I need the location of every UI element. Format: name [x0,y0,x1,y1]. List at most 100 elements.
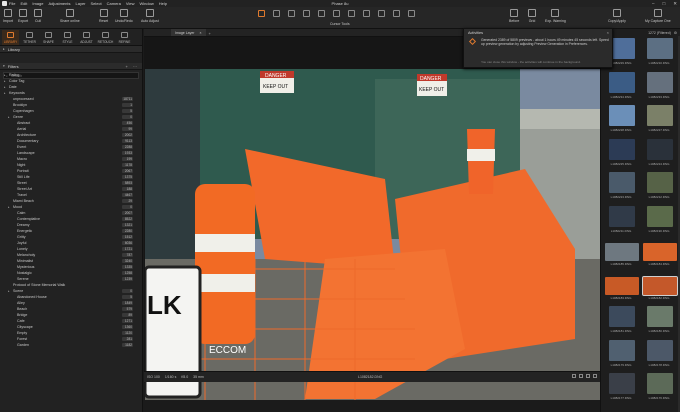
thumbnail-image [609,205,635,227]
thumbnail[interactable]: L1082212.DNG [641,172,676,201]
thumbnail[interactable]: L1082234.DNG [603,71,638,101]
add-layer-icon[interactable]: + [209,31,211,36]
filter-label: Abstract [17,121,31,125]
eraser-icon[interactable] [348,10,355,17]
tooltab-retouch[interactable]: RETOUCH [97,30,114,45]
thumbnail[interactable]: L1082190.DNG [641,205,676,235]
workspace-button[interactable]: My Capture One [645,9,671,23]
cull-button[interactable]: Cull [34,9,42,23]
hand-tool-icon[interactable] [408,10,415,17]
tooltab-tether[interactable]: TETHER [21,30,38,45]
grid-button[interactable]: Grid [528,9,536,23]
rotate-tool-icon[interactable] [288,10,295,17]
thumbnail[interactable]: L1082183.DNG [603,273,639,302]
tool-tabs: LIBRARY TETHER SHAPE STYLE ADJUST RETOUCH REFI… [0,29,142,46]
reset-button[interactable]: Reset [99,9,108,23]
filter-count-badge: 281 [122,337,133,341]
filter-count-badge: 1239 [122,277,133,281]
thumbnail[interactable]: L1082225.DNG [603,138,638,168]
menu-layer[interactable]: Layer [76,1,86,6]
tooltab-style[interactable]: STYLE [59,30,76,45]
thumbnail[interactable]: L1082180.DNG [641,306,676,335]
filters-header[interactable]: ▾ Filters + ⋯ [0,63,142,70]
thumbnail[interactable]: L1082211.DNG [603,205,638,235]
thumbnail-image [609,138,635,160]
fit-icon[interactable] [572,374,576,378]
exif-value: f/8.0 [181,375,189,379]
undo-redo-button[interactable]: Undo/Redo [115,9,133,23]
copy-apply-icon [612,9,621,17]
tooltab-refine[interactable]: REFINE [116,30,133,45]
color-picker-icon[interactable] [378,10,385,17]
filter-list: ▸ Rating ▸ Color Tag ▸ Date ▸ Keywords unprocess… [0,72,142,348]
menu-select[interactable]: Select [91,1,102,6]
thumbnail[interactable]: L1082181.DNG [603,306,638,335]
filter-label: Beach [17,307,28,311]
menu-view[interactable]: View [126,1,135,6]
close-icon[interactable]: × [199,31,201,35]
exposure-warning-button[interactable]: Exp. Warning [545,9,566,23]
thumbnail[interactable]: L1082227.DNG [641,105,676,134]
filter-label: Date [9,85,17,89]
menu-window[interactable]: Window [139,1,153,6]
filter-count-badge: 2280 [122,229,133,233]
filter-row[interactable]: Garden 1182 [0,342,142,348]
thumbnail[interactable]: L1082185.DNG [603,239,639,268]
auto-adjust-button[interactable]: Auto Adjust [141,9,159,23]
tooltab-adjust[interactable]: ADJUST [78,30,95,45]
thumbnail[interactable]: L1082177.DNG [603,373,638,402]
thumbnail[interactable]: L1082224.DNG [641,138,676,168]
thumbnail[interactable]: L1082184.DNG [641,239,677,268]
thumbnail[interactable]: L1082223.DNG [603,172,638,201]
thumbnail[interactable]: L1082178.DNG [641,339,676,369]
annotate-icon[interactable] [393,10,400,17]
import-button[interactable]: Import [3,9,13,23]
library-header[interactable]: ▸ Library [0,46,142,53]
image-layer-tab[interactable]: Image Layer × [171,29,206,36]
thumbnail[interactable]: L1082179.DNG [603,339,638,369]
tooltab-label: ADJUST [80,40,93,44]
menu-help[interactable]: Help [159,1,167,6]
export-button[interactable]: Export [18,9,28,23]
main-photo[interactable]: ECCOM DANGER KEEP OUT DANGER KEEP OUT LK [145,69,600,400]
browser-settings-icon[interactable]: ⚙ [674,31,677,35]
menu-image[interactable]: Image [32,1,43,6]
filters-options-icon[interactable]: + ⋯ [126,64,139,69]
menu-edit[interactable]: Edit [20,1,27,6]
before-button[interactable]: Before [509,9,519,23]
thumbnail[interactable]: L1082210.DNG [641,38,676,67]
focus-icon[interactable] [593,374,597,378]
close-icon[interactable]: × [607,30,609,35]
filter-label: Lonely [17,247,28,251]
share-online-button[interactable]: Share online [60,9,80,23]
zoom-icon[interactable] [579,374,583,378]
thumbnail[interactable]: L1082176.DNG [641,373,676,402]
spot-tool-icon[interactable] [318,10,325,17]
thumbnail[interactable]: L1082228.DNG [603,105,638,134]
refine-icon [121,32,128,38]
keystone-tool-icon[interactable] [303,10,310,17]
mask-brush-icon[interactable] [333,10,340,17]
filter-count-badge: 1271 [122,319,133,323]
crop-tool-icon[interactable] [273,10,280,17]
chevron-right-icon: ▸ [3,47,5,51]
tooltab-label: REFINE [118,40,131,44]
thumbnail[interactable]: L1082233.DNG [641,71,676,101]
exposure-warning-icon [551,9,560,17]
menu-adjustments[interactable]: Adjustments [48,1,70,6]
compare-icon[interactable] [586,374,590,378]
thumbnail-image [647,71,673,93]
thumbnail-image [609,172,635,193]
tooltab-shape[interactable]: SHAPE [40,30,57,45]
menu-camera[interactable]: Camera [107,1,121,6]
pointer-tool-icon[interactable] [258,10,265,17]
gradient-icon[interactable] [363,10,370,17]
activities-title: Activities [468,31,483,35]
copy-apply-button[interactable]: Copy/Apply [608,9,626,23]
reset-icon [99,9,108,17]
thumbnail[interactable]: L1082182.DNG [641,273,678,302]
menu-file[interactable]: File [9,1,15,6]
tooltab-library[interactable]: LIBRARY [2,30,19,45]
toolbar: Import Export Cull Share online Reset Un… [0,7,680,29]
filter-label: Gritty [17,235,26,239]
